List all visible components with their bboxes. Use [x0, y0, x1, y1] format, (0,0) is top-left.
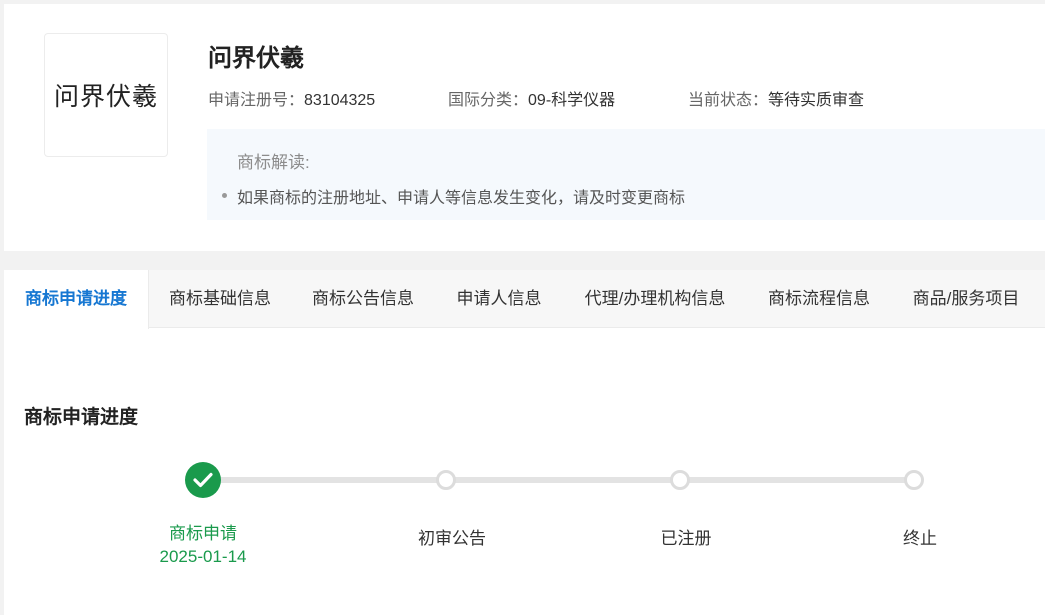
trademark-name: 问界伏羲: [208, 45, 304, 72]
status-value: 等待实质审查: [768, 92, 865, 109]
tab-applicant-info[interactable]: 申请人信息: [435, 270, 563, 328]
step-pending-circle-icon: [436, 470, 456, 490]
reg-no-item: 申请注册号：83104325: [208, 86, 375, 110]
step-done-check-icon: [185, 462, 221, 498]
tab-basic-info[interactable]: 商标基础信息: [149, 270, 291, 328]
section-title: 商标申请进度: [24, 407, 139, 428]
content-card: 商标申请进度 商标基础信息 商标公告信息 申请人信息 代理/办理机构信息 商标流…: [4, 270, 1045, 615]
reg-no-label: 申请注册号：: [208, 92, 305, 109]
tab-application-progress[interactable]: 商标申请进度: [4, 270, 149, 329]
interpretation-title: 商标解读:: [237, 153, 310, 172]
step-pending-circle-icon: [904, 470, 924, 490]
step-label-prelim-announce: 初审公告: [418, 529, 486, 548]
step-date-applied: 2025-01-14: [159, 547, 247, 566]
tab-announcement-info[interactable]: 商标公告信息: [291, 270, 435, 328]
trademark-logo: 问界伏羲: [44, 33, 168, 157]
tab-process-info[interactable]: 商标流程信息: [747, 270, 891, 328]
status-label: 当前状态：: [688, 92, 769, 109]
status-item: 当前状态：等待实质审查: [688, 86, 864, 110]
bullet-dot-icon: [222, 193, 227, 198]
class-label: 国际分类：: [448, 92, 529, 109]
reg-no-value: 83104325: [304, 92, 376, 109]
progress-track: [220, 477, 914, 483]
step-label-applied: 商标申请: [169, 524, 237, 543]
trademark-header-card: 问界伏羲 问界伏羲 申请注册号：83104325 国际分类：09-科学仪器 当前…: [4, 4, 1045, 251]
tab-goods-services[interactable]: 商品/服务项目: [891, 270, 1041, 328]
interpretation-box: 商标解读: 如果商标的注册地址、申请人等信息发生变化，请及时变更商标: [207, 129, 1045, 220]
interpretation-item: 如果商标的注册地址、申请人等信息发生变化，请及时变更商标: [237, 190, 686, 207]
class-item: 国际分类：09-科学仪器: [448, 86, 615, 110]
step-label-registered: 已注册: [660, 529, 712, 548]
tab-agency-info[interactable]: 代理/办理机构信息: [563, 270, 747, 328]
tab-bar: 商标申请进度 商标基础信息 商标公告信息 申请人信息 代理/办理机构信息 商标流…: [4, 270, 1045, 329]
class-value: 09-科学仪器: [528, 92, 616, 109]
step-pending-circle-icon: [670, 470, 690, 490]
step-label-terminated: 终止: [903, 529, 937, 548]
